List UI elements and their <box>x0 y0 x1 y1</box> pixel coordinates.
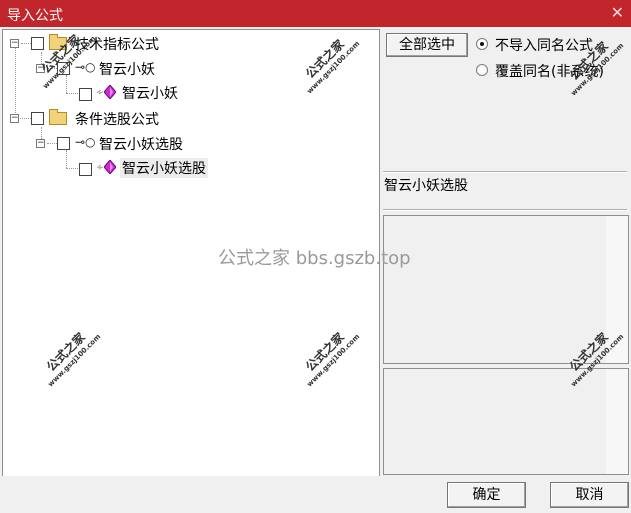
radio-overwrite[interactable] <box>476 64 488 76</box>
close-icon[interactable]: ✕ <box>611 3 624 22</box>
divider <box>383 209 627 211</box>
tree-node-label[interactable]: 智云小妖 <box>122 83 178 103</box>
bottom-bar: 确定 取消 <box>0 476 631 513</box>
radio-no-import[interactable] <box>476 38 488 50</box>
tree-node-label[interactable]: 智云小妖 <box>99 59 155 79</box>
key-icon: ⊸○ <box>75 135 96 149</box>
tree-connector <box>15 47 16 119</box>
tree-connector <box>66 168 78 169</box>
formula-name-text: 智云小妖选股 <box>384 178 468 194</box>
tree-checkbox[interactable] <box>31 37 44 50</box>
tree-connector <box>66 75 67 93</box>
folder-icon <box>49 109 67 125</box>
tree-checkbox[interactable] <box>57 137 70 150</box>
gem-icon <box>104 160 116 174</box>
radio-no-import-label[interactable]: 不导入同名公式 <box>495 35 593 55</box>
select-all-button[interactable]: 全部选中 <box>386 33 468 57</box>
tree-node-label-selected[interactable]: 智云小妖选股 <box>120 158 208 178</box>
ok-button[interactable]: 确定 <box>447 482 526 508</box>
scrollbar[interactable] <box>606 369 628 474</box>
tree-connector <box>66 150 67 168</box>
divider <box>383 171 627 173</box>
key-icon: ⊸○ <box>75 60 96 74</box>
link-icon: ∻ <box>96 163 104 173</box>
watermark-center: 公式之家 bbs.gszb.top <box>218 248 411 269</box>
tree-connector <box>66 93 78 94</box>
tree-checkbox[interactable] <box>31 112 44 125</box>
link-icon: ∻ <box>96 88 104 98</box>
tree-node-label[interactable]: 智云小妖选股 <box>99 134 183 154</box>
cancel-button[interactable]: 取消 <box>550 482 629 508</box>
collapse-icon[interactable]: − <box>36 139 45 148</box>
tree-connector <box>47 143 57 144</box>
tree-checkbox[interactable] <box>79 163 92 176</box>
gem-icon <box>104 85 116 99</box>
formula-params-box[interactable] <box>383 368 629 475</box>
window-title: 导入公式 <box>7 8 63 24</box>
title-bar: 导入公式 ✕ <box>0 0 631 27</box>
tree-connector <box>21 43 31 44</box>
collapse-icon[interactable]: − <box>10 39 19 48</box>
collapse-icon[interactable]: − <box>10 114 19 123</box>
options-panel: 全部选中 不导入同名公式 覆盖同名(非系统) 智云小妖选股 <box>381 29 629 475</box>
tree-node-label[interactable]: 条件选股公式 <box>75 109 159 129</box>
tree-checkbox[interactable] <box>79 88 92 101</box>
